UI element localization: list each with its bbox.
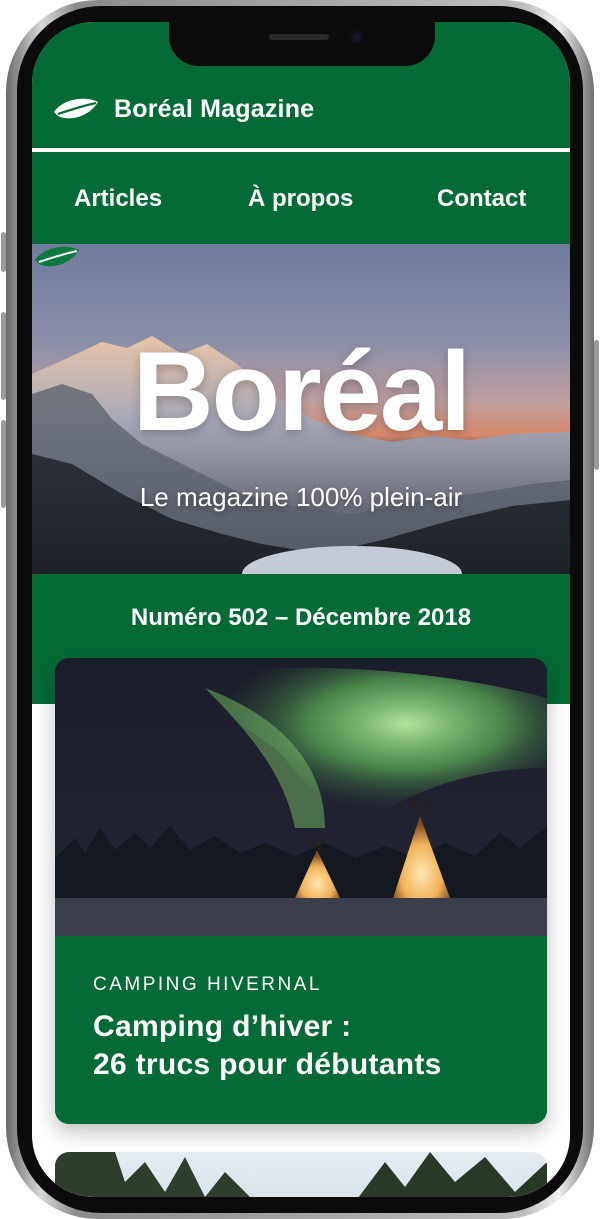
notch — [169, 22, 435, 66]
nav-item-about[interactable]: À propos — [248, 185, 353, 213]
article-card[interactable]: CAMPING HIVERNAL Camping d’hiver : 26 tr… — [55, 658, 547, 1124]
issue-label: Numéro 502 – Décembre 2018 — [130, 604, 472, 631]
hero-banner: Boréal Le magazine 100% plein-air — [32, 244, 570, 574]
volume-down-button — [1, 420, 6, 508]
leaf-icon — [35, 246, 79, 267]
article-card-body: CAMPING HIVERNAL Camping d’hiver : 26 tr… — [55, 936, 547, 1124]
hero-subtitle: Le magazine 100% plein-air — [139, 482, 463, 512]
volume-up-button — [1, 312, 6, 400]
brand-name: Boréal Magazine — [114, 94, 315, 123]
article-title[interactable]: Camping d’hiver : 26 trucs pour débutant… — [93, 1008, 513, 1084]
brand-link[interactable]: Boréal Magazine — [52, 92, 314, 126]
speaker — [269, 34, 329, 40]
forest-image — [55, 1152, 547, 1197]
article-card-next[interactable] — [55, 1152, 547, 1197]
phone-screen: Boréal Magazine Articles À propos Contac… — [32, 22, 570, 1197]
article-title-line-1: Camping d’hiver : — [93, 1010, 352, 1043]
article-title-line-2: 26 trucs pour débutants — [93, 1048, 442, 1081]
nav-item-contact[interactable]: Contact — [437, 185, 526, 213]
leaf-icon — [54, 98, 98, 119]
front-camera — [351, 31, 363, 43]
main-nav: Articles À propos Contact — [32, 152, 570, 244]
hero-title: Boréal — [132, 329, 472, 454]
aurora-camping-image — [55, 658, 547, 936]
mute-switch — [1, 232, 6, 272]
article-category: CAMPING HIVERNAL — [93, 974, 322, 995]
power-button — [594, 340, 599, 470]
nav-item-articles[interactable]: Articles — [74, 185, 162, 213]
